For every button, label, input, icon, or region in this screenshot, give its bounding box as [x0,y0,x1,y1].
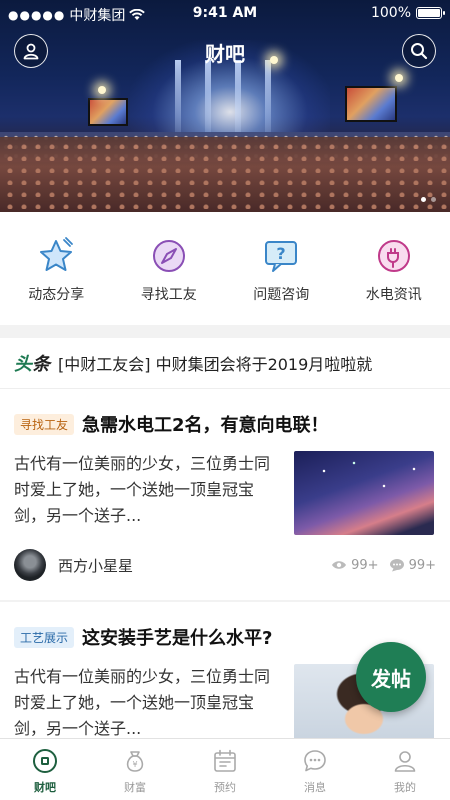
spotlight [395,74,403,82]
banner-carousel[interactable]: ●●●●● 中财集团 9:41 AM 100% 财吧 [0,0,450,212]
crowd-front [0,137,450,212]
tab-label: 消息 [304,781,326,794]
stage-screen [345,86,397,122]
battery-icon [416,7,445,19]
message-icon [301,747,329,775]
author-name[interactable]: 西方小星星 [58,555,133,576]
question-chat-icon: ? [261,236,301,276]
quick-nav: 动态分享 寻找工友 ? 问题咨询 水电资讯 [0,212,450,325]
tab-home[interactable]: 财吧 [0,739,90,800]
quick-nav-label: 水电资讯 [365,287,422,303]
avatar[interactable] [14,549,46,581]
carousel-dots[interactable] [421,197,436,202]
headline-tag-part: 条 [32,354,50,375]
spotlight [98,86,106,94]
headline-tag: 头条 [14,350,50,376]
search-button[interactable] [402,34,436,68]
comment-icon [389,559,404,572]
home-icon [31,747,59,775]
carousel-dot[interactable] [421,197,426,202]
headline-tag-part: 头 [14,354,32,375]
compass-icon [149,236,189,276]
view-count-value: 99+ [351,557,379,573]
quick-nav-consult[interactable]: ? 问题咨询 [225,212,338,325]
post-title: 这安装手艺是什么水平? [82,628,273,649]
stage-screen [88,98,128,126]
comment-count-value: 99+ [408,557,436,573]
post-excerpt: 古代有一位美丽的少女，三位勇士同时爱上了她，一个送她一顶皇冠宝剑，另一个送子..… [14,454,271,525]
category-badge: 工艺展示 [14,626,75,648]
search-icon [411,43,428,60]
headline-text: [中财工友会] 中财集团会将于2019月啦啦就 [58,355,373,374]
profile-icon [391,747,419,775]
post-excerpt: 古代有一位美丽的少女，三位勇士同时爱上了她，一个送她一顶皇冠宝剑，另一个送子..… [14,667,271,738]
calendar-icon [211,747,239,775]
svg-text:?: ? [277,244,286,263]
carousel-dot[interactable] [431,197,436,202]
post-thumbnail [294,451,434,535]
post-title: 急需水电工2名，有意向电联！ [82,415,329,436]
eye-icon [332,561,347,569]
quick-nav-utility-news[interactable]: 水电资讯 [338,212,450,325]
tab-messages[interactable]: 消息 [270,739,360,800]
headline-ticker[interactable]: 头条 [中财工友会] 中财集团会将于2019月啦啦就 [0,338,450,388]
category-badge: 寻找工友 [14,413,75,435]
bottom-tab-bar: 财吧 ¥ 财富 预约 消息 我的 [0,738,450,800]
quick-nav-label: 寻找工友 [140,287,197,303]
tab-label: 预约 [214,781,236,794]
tab-label: 我的 [394,781,416,794]
new-post-button[interactable]: 发帖 [356,642,426,712]
tab-label: 财富 [124,781,146,794]
tab-appointment[interactable]: 预约 [180,739,270,800]
view-count: 99+ [331,557,379,573]
comment-count: 99+ [389,558,436,573]
quick-nav-label: 动态分享 [28,287,85,303]
quick-nav-share[interactable]: 动态分享 [0,212,113,325]
quick-nav-find-workers[interactable]: 寻找工友 [113,212,226,325]
status-bar: ●●●●● 中财集团 9:41 AM 100% [0,0,450,26]
page-title: 财吧 [205,42,245,66]
tab-label: 财吧 [34,781,56,794]
tab-wealth[interactable]: ¥ 财富 [90,739,180,800]
money-bag-icon: ¥ [121,747,149,775]
star-icon [36,236,76,276]
svg-text:¥: ¥ [132,760,137,769]
tab-profile[interactable]: 我的 [360,739,450,800]
battery-percent: 100% [370,5,411,21]
plug-icon [374,236,414,276]
quick-nav-label: 问题咨询 [253,287,310,303]
post-card[interactable]: 寻找工友 急需水电工2名，有意向电联！ 古代有一位美丽的少女，三位勇士同时爱上了… [0,388,450,600]
